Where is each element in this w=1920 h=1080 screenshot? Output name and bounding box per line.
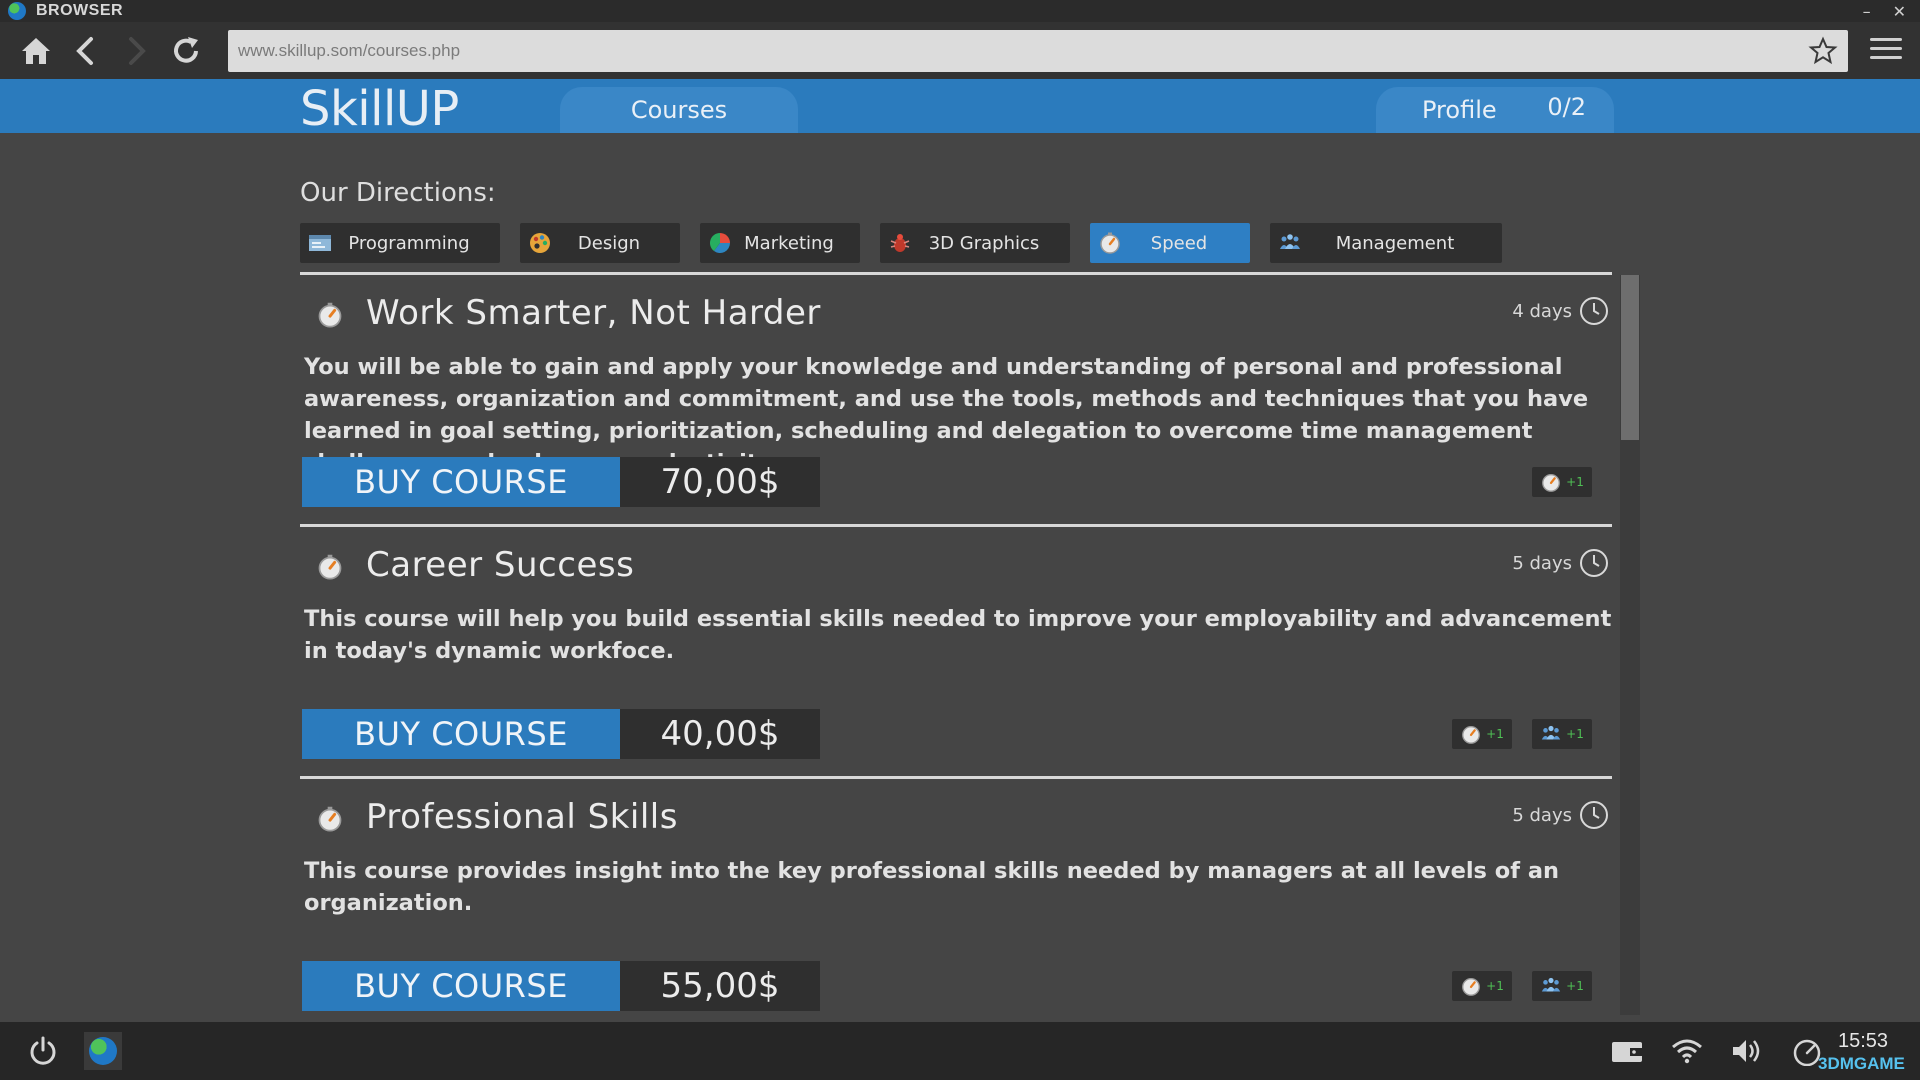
direction-3d-graphics[interactable]: 3D Graphics bbox=[880, 223, 1070, 263]
power-icon[interactable] bbox=[26, 1034, 60, 1068]
stopwatch-icon bbox=[1462, 977, 1481, 996]
reward-value: +1 bbox=[1566, 475, 1584, 489]
direction-programming[interactable]: Programming bbox=[300, 223, 500, 263]
nav-tab-courses[interactable]: Courses bbox=[560, 87, 798, 133]
direction-marketing[interactable]: Marketing bbox=[700, 223, 860, 263]
reward-value: +1 bbox=[1566, 979, 1584, 993]
buy-course-button[interactable]: BUY COURSE bbox=[302, 709, 620, 759]
reward-badge-speed: +1 bbox=[1532, 467, 1592, 497]
course-description: This course will help you build essentia… bbox=[304, 606, 1612, 664]
stopwatch-icon bbox=[318, 554, 342, 580]
course-price: 55,00$ bbox=[620, 961, 820, 1011]
direction-label: Management bbox=[1335, 232, 1455, 254]
directions-title: Our Directions: bbox=[300, 178, 496, 208]
buy-course-button[interactable]: BUY COURSE bbox=[302, 961, 620, 1011]
course-duration: 4 days bbox=[1512, 301, 1572, 322]
direction-design[interactable]: Design bbox=[520, 223, 680, 263]
reward-value: +1 bbox=[1566, 727, 1584, 741]
taskbar-browser-button[interactable] bbox=[84, 1032, 122, 1070]
course-list-scroll-thumb[interactable] bbox=[1621, 275, 1639, 440]
back-button[interactable] bbox=[64, 29, 108, 73]
reward-badge-management: +1 bbox=[1532, 719, 1592, 749]
programming-icon bbox=[309, 235, 331, 251]
window-title: BROWSER bbox=[36, 2, 124, 19]
reload-icon bbox=[174, 36, 198, 63]
close-button[interactable]: ✕ bbox=[1893, 2, 1906, 21]
reward-badge-speed: +1 bbox=[1452, 971, 1512, 1001]
reward-badge-speed: +1 bbox=[1452, 719, 1512, 749]
profile-count: 0/2 bbox=[1547, 93, 1586, 121]
window-titlebar: BROWSER – ✕ bbox=[0, 0, 1920, 22]
course-title: Professional Skills bbox=[366, 797, 678, 837]
people-icon bbox=[1280, 234, 1300, 249]
browser-toolbar: www.skillup.som/courses.php bbox=[0, 22, 1920, 79]
taskbar: 15:53 3DMGAME bbox=[0, 1022, 1920, 1080]
chevron-left-icon bbox=[76, 36, 93, 65]
direction-management[interactable]: Management bbox=[1270, 223, 1502, 263]
course-card: Work Smarter, Not Harder 4 days You will… bbox=[300, 272, 1612, 524]
course-title: Work Smarter, Not Harder bbox=[366, 293, 821, 333]
reward-badge-management: +1 bbox=[1532, 971, 1592, 1001]
course-card: Professional Skills 5 days This course p… bbox=[300, 776, 1612, 1016]
minimize-button[interactable]: – bbox=[1863, 2, 1871, 21]
reward-value: +1 bbox=[1486, 727, 1504, 741]
pie-chart-icon bbox=[710, 233, 730, 253]
3d-graphics-icon bbox=[890, 234, 910, 252]
stopwatch-icon bbox=[1100, 232, 1120, 254]
course-card: Career Success 5 days This course will h… bbox=[300, 524, 1612, 776]
forward-button[interactable] bbox=[114, 29, 158, 73]
system-clock: 15:53 bbox=[1838, 1030, 1889, 1052]
volume-icon[interactable] bbox=[1730, 1036, 1764, 1066]
browser-globe-icon bbox=[8, 2, 26, 20]
stopwatch-icon bbox=[318, 302, 342, 328]
clock-icon bbox=[1580, 549, 1608, 577]
watermark-3dmgame: 3DMGAME bbox=[1818, 1054, 1905, 1073]
course-list: Work Smarter, Not Harder 4 days You will… bbox=[300, 272, 1640, 1016]
people-icon bbox=[1541, 977, 1561, 992]
site-logo[interactable]: SkillUP bbox=[300, 81, 459, 137]
reward-value: +1 bbox=[1486, 979, 1504, 993]
course-description: This course provides insight into the ke… bbox=[304, 858, 1560, 916]
stopwatch-icon bbox=[318, 806, 342, 832]
address-bar[interactable]: www.skillup.som/courses.php bbox=[228, 30, 1848, 72]
bookmark-star-icon[interactable] bbox=[1808, 36, 1838, 66]
clock-icon bbox=[1580, 801, 1608, 829]
hamburger-menu-icon bbox=[1870, 38, 1902, 41]
chevron-right-icon bbox=[129, 36, 146, 65]
reload-button[interactable] bbox=[164, 29, 208, 73]
wallet-icon[interactable] bbox=[1610, 1036, 1644, 1066]
direction-speed[interactable]: Speed bbox=[1090, 223, 1250, 263]
stopwatch-icon bbox=[1462, 725, 1481, 744]
buy-course-button[interactable]: BUY COURSE bbox=[302, 457, 620, 507]
browser-menu-button[interactable] bbox=[1866, 32, 1906, 70]
clock-icon bbox=[1580, 297, 1608, 325]
nav-tab-profile[interactable]: Profile 0/2 bbox=[1376, 87, 1614, 133]
palette-icon bbox=[530, 233, 550, 253]
nav-tab-courses-label: Courses bbox=[630, 96, 728, 124]
browser-globe-icon bbox=[89, 1037, 117, 1065]
site-header: SkillUP Courses Profile 0/2 bbox=[0, 79, 1920, 137]
home-button[interactable] bbox=[14, 29, 58, 73]
people-icon bbox=[1541, 725, 1561, 740]
home-icon bbox=[22, 37, 50, 64]
nav-tab-profile-label: Profile bbox=[1422, 96, 1497, 124]
course-duration: 5 days bbox=[1512, 553, 1572, 574]
course-price: 40,00$ bbox=[620, 709, 820, 759]
course-title: Career Success bbox=[366, 545, 635, 585]
address-url: www.skillup.som/courses.php bbox=[238, 41, 461, 60]
course-price: 70,00$ bbox=[620, 457, 820, 507]
wifi-icon[interactable] bbox=[1670, 1036, 1704, 1066]
course-duration: 5 days bbox=[1512, 805, 1572, 826]
stopwatch-icon bbox=[1542, 473, 1561, 492]
